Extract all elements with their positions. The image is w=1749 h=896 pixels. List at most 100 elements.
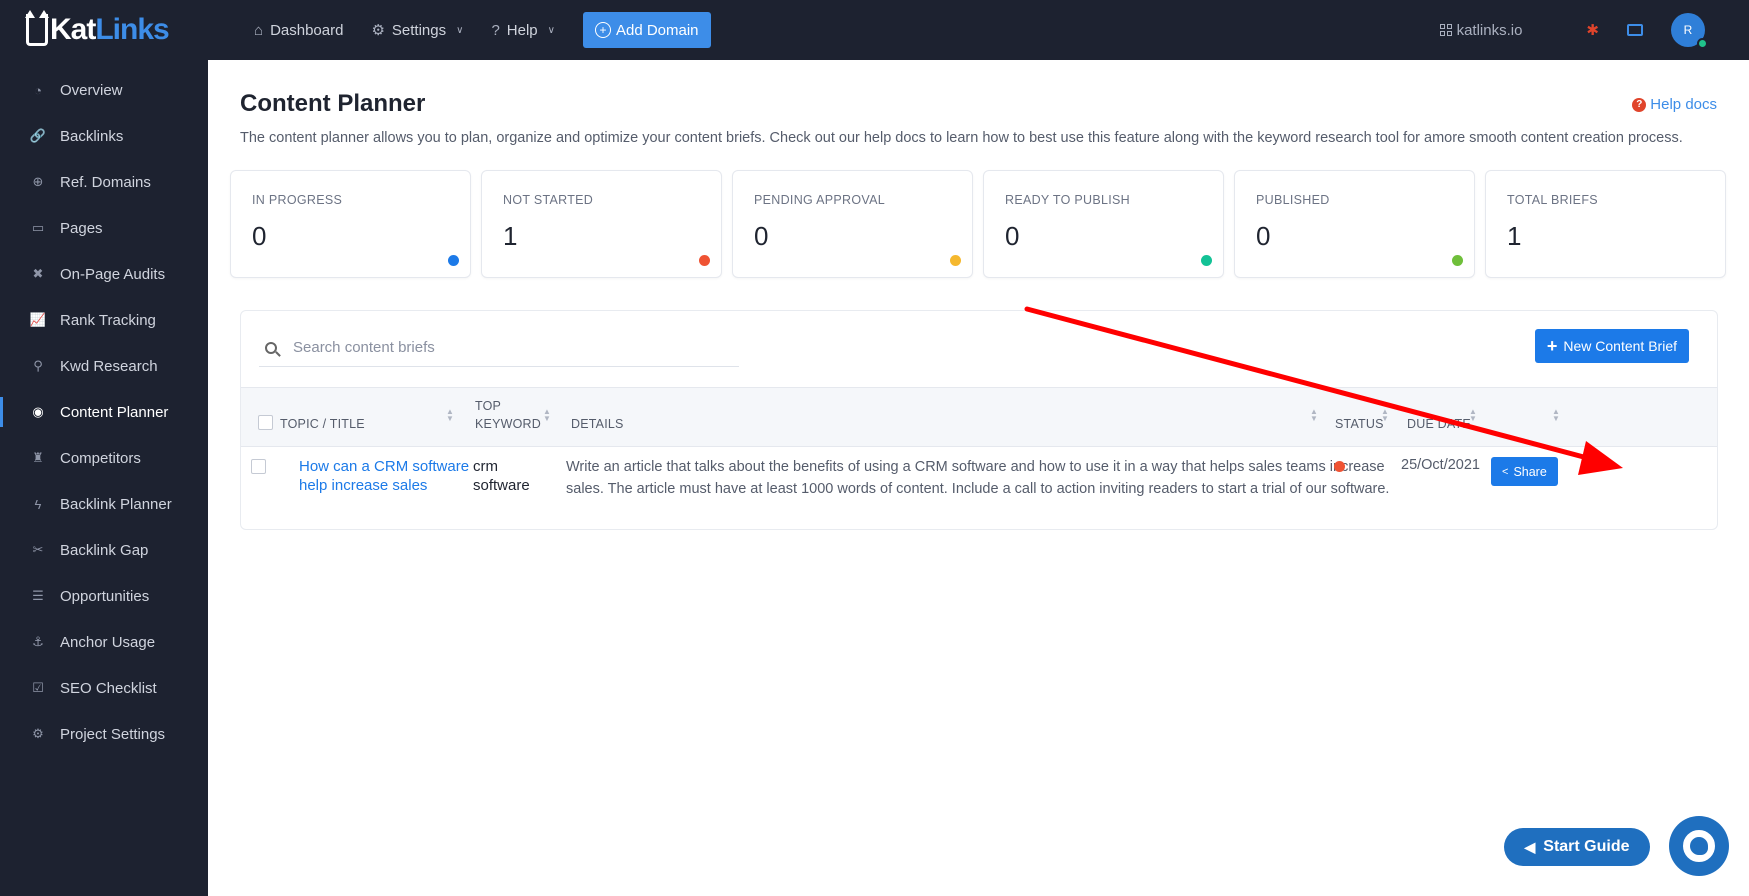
unlink-icon: ✂: [32, 542, 44, 557]
add-domain-button[interactable]: + Add Domain: [582, 12, 711, 48]
nav-settings-dropdown[interactable]: ⚙ Settings ∨: [371, 21, 464, 40]
fingerprint-icon: ◉: [32, 404, 44, 419]
sort-icon[interactable]: ▲ ▼: [446, 408, 454, 423]
column-status[interactable]: STATUS: [1335, 417, 1384, 431]
sidebar-item-label: Ref. Domains: [60, 173, 151, 191]
sidebar-item-label: Pages: [60, 219, 103, 237]
gauge-icon: ◔: [34, 82, 42, 98]
status-indicator-dot: [1334, 461, 1345, 472]
sidebar-item-competitors[interactable]: ♜ Competitors: [0, 435, 208, 481]
brief-topic-link[interactable]: How can a CRM software help increase sal…: [299, 457, 479, 495]
column-details[interactable]: DETAILS: [571, 417, 624, 431]
stat-label: NOT STARTED: [503, 193, 594, 207]
list-icon: ☰: [32, 588, 44, 603]
column-topic-title[interactable]: TOPIC / TITLE: [280, 417, 365, 431]
sidebar-item-label: Project Settings: [60, 725, 166, 743]
column-top-keyword-line1[interactable]: TOP: [475, 399, 501, 413]
sidebar-item-on-page-audits[interactable]: ✖ On-Page Audits: [0, 251, 208, 297]
lifebuoy-icon: [1683, 830, 1715, 862]
sidebar: Kat Links ◔ Overview 🔗 Backlinks ⊕ Ref. Domain…: [0, 0, 208, 896]
sort-icon[interactable]: ▲ ▼: [1310, 408, 1318, 423]
page-description: The content planner allows you to plan, …: [240, 130, 1683, 146]
stat-card-in-progress: IN PROGRESS 0: [230, 170, 471, 278]
tools-icon: ✖: [32, 266, 44, 281]
sidebar-item-backlinks[interactable]: 🔗 Backlinks: [0, 113, 208, 159]
stat-card-published: PUBLISHED 0: [1234, 170, 1475, 278]
start-guide-button[interactable]: ◀ Start Guide: [1504, 828, 1650, 866]
sidebar-item-label: Kwd Research: [60, 357, 158, 375]
stat-label: PUBLISHED: [1256, 193, 1330, 207]
katlinks-logo[interactable]: Kat Links: [0, 0, 208, 60]
checkbox-icon: ☑: [32, 680, 44, 695]
nav-dashboard[interactable]: ⌂ Dashboard: [254, 22, 343, 39]
table-header: TOPIC / TITLE ▲ ▼ TOP KEYWORD ▲ ▼ DETAILS …: [241, 387, 1717, 447]
bolt-icon: ϟ: [34, 496, 42, 512]
sort-icon[interactable]: ▲ ▼: [1381, 408, 1389, 423]
sidebar-item-label: Backlink Planner: [60, 495, 172, 513]
sidebar-item-label: Backlink Gap: [60, 541, 149, 559]
stat-value: 1: [1507, 221, 1522, 251]
sort-icon[interactable]: ▲ ▼: [1552, 408, 1560, 423]
keyboard-icon[interactable]: [1627, 24, 1643, 36]
stat-label: PENDING APPROVAL: [754, 193, 885, 207]
sort-icon[interactable]: ▲ ▼: [543, 408, 551, 423]
sidebar-item-backlink-planner[interactable]: ϟ Backlink Planner: [0, 481, 208, 527]
question-circle-icon: ?: [1632, 97, 1647, 112]
sidebar-item-content-planner[interactable]: ◉ Content Planner: [0, 389, 208, 435]
stat-value: 1: [503, 221, 518, 251]
row-checkbox[interactable]: [251, 459, 266, 474]
nav-help-dropdown[interactable]: ? Help ∨: [491, 22, 555, 39]
sidebar-item-label: Overview: [60, 81, 123, 99]
sidebar-item-pages[interactable]: ▭ Pages: [0, 205, 208, 251]
column-top-keyword-line2[interactable]: KEYWORD: [475, 417, 541, 431]
stat-value: 0: [754, 221, 769, 251]
sidebar-item-overview[interactable]: ◔ Overview: [0, 67, 208, 113]
status-color-dot: [448, 255, 459, 266]
online-status-indicator: [1697, 38, 1708, 49]
search-box: [259, 329, 739, 367]
sidebar-item-label: On-Page Audits: [60, 265, 166, 283]
sort-icon[interactable]: ▲ ▼: [1469, 408, 1477, 423]
sidebar-nav: ◔ Overview 🔗 Backlinks ⊕ Ref. Domains ▭ Pages ✖ O…: [0, 67, 208, 757]
share-button[interactable]: < Share: [1491, 457, 1558, 486]
stat-label: IN PROGRESS: [252, 193, 343, 207]
page-title: Content Planner: [240, 90, 426, 117]
sidebar-item-label: Backlinks: [60, 127, 124, 145]
sidebar-item-anchor-usage[interactable]: ⚓ Anchor Usage: [0, 619, 208, 665]
sidebar-item-ref-domains[interactable]: ⊕ Ref. Domains: [0, 159, 208, 205]
status-color-dot: [950, 255, 961, 266]
new-content-brief-button[interactable]: + New Content Brief: [1534, 329, 1689, 363]
bug-report-icon[interactable]: ✱: [1586, 21, 1599, 39]
select-all-checkbox[interactable]: [258, 415, 273, 430]
column-due-date[interactable]: DUE DATE: [1407, 417, 1471, 431]
project-site-link[interactable]: katlinks.io: [1439, 22, 1522, 39]
stats-cards: IN PROGRESS 0 NOT STARTED 1 PENDING APPROVAL…: [230, 170, 1726, 278]
support-lifebuoy-button[interactable]: [1669, 816, 1729, 876]
cat-logo-icon: [25, 10, 49, 46]
question-circle-icon: ?: [491, 21, 500, 39]
sidebar-item-rank-tracking[interactable]: 📈 Rank Tracking: [0, 297, 208, 343]
sidebar-item-opportunities[interactable]: ☰ Opportunities: [0, 573, 208, 619]
sidebar-item-backlink-gap[interactable]: ✂ Backlink Gap: [0, 527, 208, 573]
gear-icon: ⚙: [371, 22, 385, 39]
plus-circle-icon: +: [594, 22, 611, 38]
search-icon: [265, 341, 277, 354]
user-avatar[interactable]: R: [1671, 13, 1708, 49]
sidebar-item-kwd-research[interactable]: ⚲ Kwd Research: [0, 343, 208, 389]
status-color-dot: [1201, 255, 1212, 266]
sidebar-item-project-settings[interactable]: ⚙ Project Settings: [0, 711, 208, 757]
brief-due-date: 25/Oct/2021: [1401, 457, 1480, 473]
line-chart-icon: 📈: [29, 312, 47, 327]
stat-value: 0: [1005, 221, 1020, 251]
stat-value: 0: [252, 221, 267, 251]
search-input[interactable]: [293, 339, 713, 356]
sidebar-item-label: Competitors: [60, 449, 141, 467]
brief-keyword: crm software: [473, 458, 530, 494]
sidebar-item-seo-checklist[interactable]: ☑ SEO Checklist: [0, 665, 208, 711]
chevron-down-icon: ∨: [456, 24, 464, 36]
home-icon: ⌂: [254, 21, 264, 39]
share-icon: <: [1502, 465, 1509, 478]
help-docs-link[interactable]: ? Help docs: [1632, 96, 1717, 113]
stat-label: TOTAL BRIEFS: [1507, 193, 1598, 207]
globe-icon: ⊕: [32, 174, 44, 189]
